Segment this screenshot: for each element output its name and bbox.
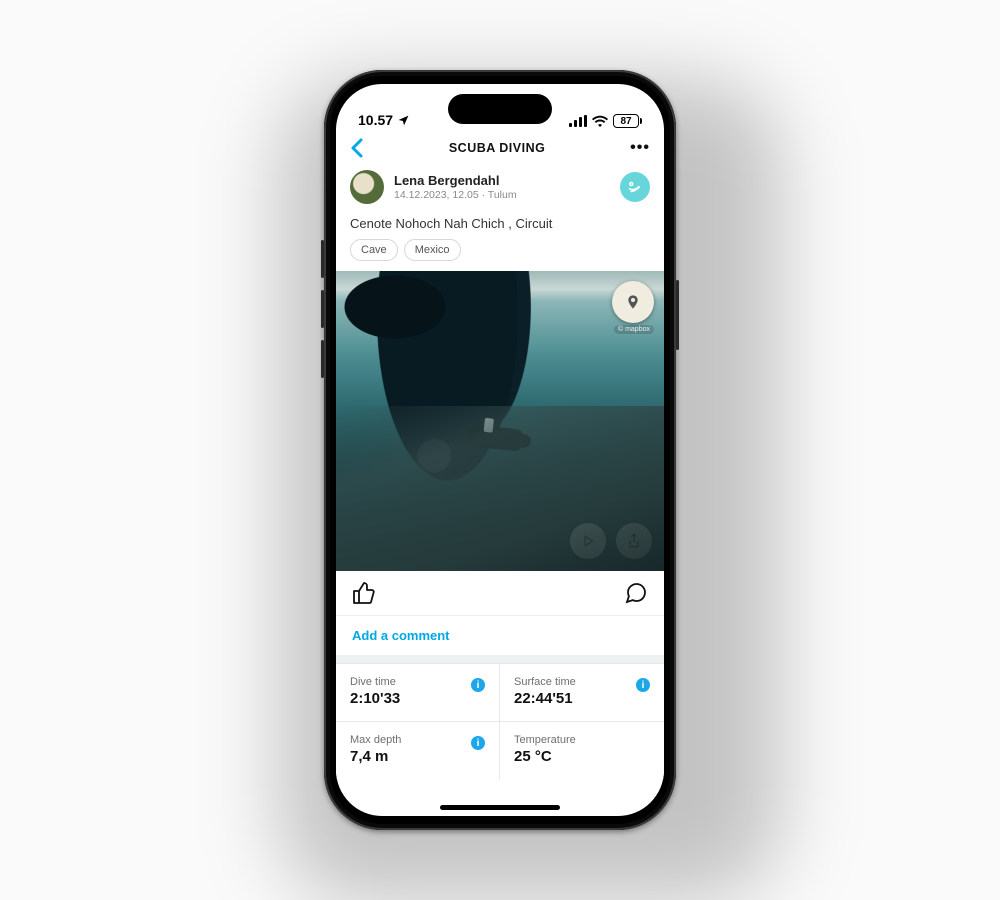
action-bar bbox=[336, 571, 664, 615]
stat-max-depth[interactable]: Max depth 7,4 m i bbox=[336, 721, 500, 779]
activity-badge-diving-icon[interactable] bbox=[620, 172, 650, 202]
comment-button[interactable] bbox=[624, 581, 648, 605]
signal-icon bbox=[569, 115, 587, 127]
post-header: Lena Bergendahl 14.12.2023, 12.05 · Tulu… bbox=[336, 166, 664, 210]
nav-bar: SCUBA DIVING ••• bbox=[336, 134, 664, 166]
share-icon bbox=[627, 533, 641, 549]
stats-grid: Dive time 2:10'33 i Surface time 22:44'5… bbox=[336, 663, 664, 779]
like-button[interactable] bbox=[352, 581, 376, 605]
more-button[interactable]: ••• bbox=[630, 139, 650, 157]
post-meta: 14.12.2023, 12.05 · Tulum bbox=[394, 189, 517, 201]
diver-silhouette bbox=[466, 424, 524, 452]
location-arrow-icon bbox=[397, 114, 410, 127]
home-indicator[interactable] bbox=[440, 805, 560, 810]
dive-photo[interactable]: © mapbox bbox=[336, 271, 664, 571]
stat-temperature[interactable]: Temperature 25 °C bbox=[500, 721, 664, 779]
info-icon[interactable]: i bbox=[636, 678, 650, 692]
screen: 10.57 87 bbox=[336, 84, 664, 816]
battery-percent: 87 bbox=[620, 116, 631, 127]
play-icon bbox=[581, 534, 595, 548]
stat-value: 2:10'33 bbox=[350, 690, 485, 707]
stat-label: Surface time bbox=[514, 676, 650, 688]
battery-indicator: 87 bbox=[613, 114, 642, 128]
stat-value: 25 °C bbox=[514, 748, 650, 765]
stat-label: Temperature bbox=[514, 734, 650, 746]
tag[interactable]: Mexico bbox=[404, 239, 461, 261]
stat-surface-time[interactable]: Surface time 22:44'51 i bbox=[500, 663, 664, 721]
post-title: Cenote Nohoch Nah Chich , Circuit bbox=[336, 210, 664, 239]
wifi-icon bbox=[592, 115, 608, 127]
info-icon[interactable]: i bbox=[471, 736, 485, 750]
stat-value: 7,4 m bbox=[350, 748, 485, 765]
stat-label: Max depth bbox=[350, 734, 485, 746]
stat-label: Dive time bbox=[350, 676, 485, 688]
stat-value: 22:44'51 bbox=[514, 690, 650, 707]
tag-list: Cave Mexico bbox=[336, 239, 664, 271]
page-title: SCUBA DIVING bbox=[449, 141, 546, 155]
add-comment-button[interactable]: Add a comment bbox=[336, 615, 664, 655]
dynamic-island bbox=[448, 94, 552, 124]
back-button[interactable] bbox=[350, 138, 364, 158]
share-button[interactable] bbox=[616, 523, 652, 559]
map-attribution: © mapbox bbox=[614, 325, 654, 334]
map-pin-icon bbox=[625, 294, 641, 310]
play-button[interactable] bbox=[570, 523, 606, 559]
status-time: 10.57 bbox=[358, 112, 393, 128]
phone-frame: 10.57 87 bbox=[324, 70, 676, 830]
divider bbox=[336, 655, 664, 663]
info-icon[interactable]: i bbox=[471, 678, 485, 692]
avatar[interactable] bbox=[350, 170, 384, 204]
author-name[interactable]: Lena Bergendahl bbox=[394, 173, 517, 189]
map-thumbnail-button[interactable] bbox=[612, 281, 654, 323]
stat-dive-time[interactable]: Dive time 2:10'33 i bbox=[336, 663, 500, 721]
tag[interactable]: Cave bbox=[350, 239, 398, 261]
